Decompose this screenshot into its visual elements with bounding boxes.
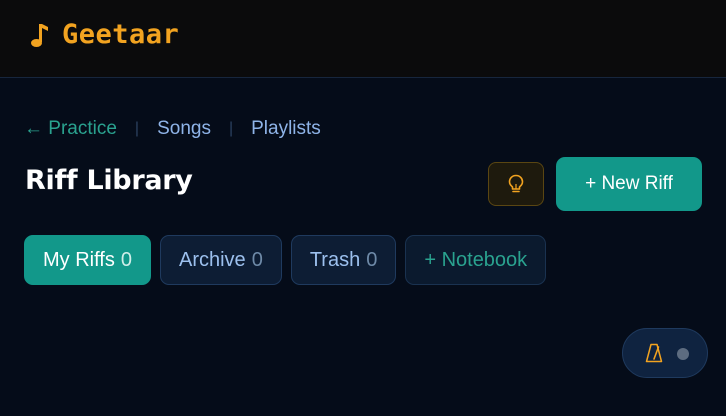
main-content: ← Practice | Songs | Playlists Riff Libr…	[0, 78, 726, 416]
toggle-indicator	[677, 348, 689, 360]
metronome-icon	[645, 343, 663, 363]
tab-count: 0	[366, 248, 378, 271]
tab-label: Archive	[178, 248, 246, 271]
tab-count: 0	[120, 248, 132, 271]
tab-label: Trash	[309, 248, 361, 271]
page-title: Riff Library	[25, 165, 193, 196]
tab-archive[interactable]: Archive 0	[159, 235, 282, 285]
tab-my-riffs[interactable]: My Riffs 0	[24, 235, 151, 285]
idea-button[interactable]	[488, 162, 544, 206]
music-note-icon	[31, 24, 48, 47]
breadcrumb: ← Practice | Songs | Playlists	[24, 118, 321, 140]
breadcrumb-songs[interactable]: Songs	[157, 118, 211, 140]
lightbulb-icon	[508, 174, 524, 193]
tab-label: + Notebook	[424, 248, 528, 271]
tab-label: My Riffs	[43, 248, 115, 271]
breadcrumb-back-practice[interactable]: ← Practice	[24, 118, 117, 140]
metronome-toggle[interactable]	[622, 328, 708, 378]
top-bar: Geetaar	[0, 0, 726, 78]
app-name: Geetaar	[62, 18, 180, 50]
breadcrumb-playlists[interactable]: Playlists	[251, 118, 321, 140]
tab-count: 0	[251, 248, 263, 271]
breadcrumb-separator: |	[134, 120, 140, 137]
add-notebook-button[interactable]: + Notebook	[405, 235, 547, 285]
breadcrumb-separator: |	[228, 120, 234, 137]
app-logo[interactable]: Geetaar	[28, 18, 179, 50]
tab-bar: My Riffs 0 Archive 0 Trash 0 + Notebook	[24, 235, 555, 285]
tab-trash[interactable]: Trash 0	[290, 235, 397, 285]
new-riff-button[interactable]: + New Riff	[556, 157, 702, 211]
